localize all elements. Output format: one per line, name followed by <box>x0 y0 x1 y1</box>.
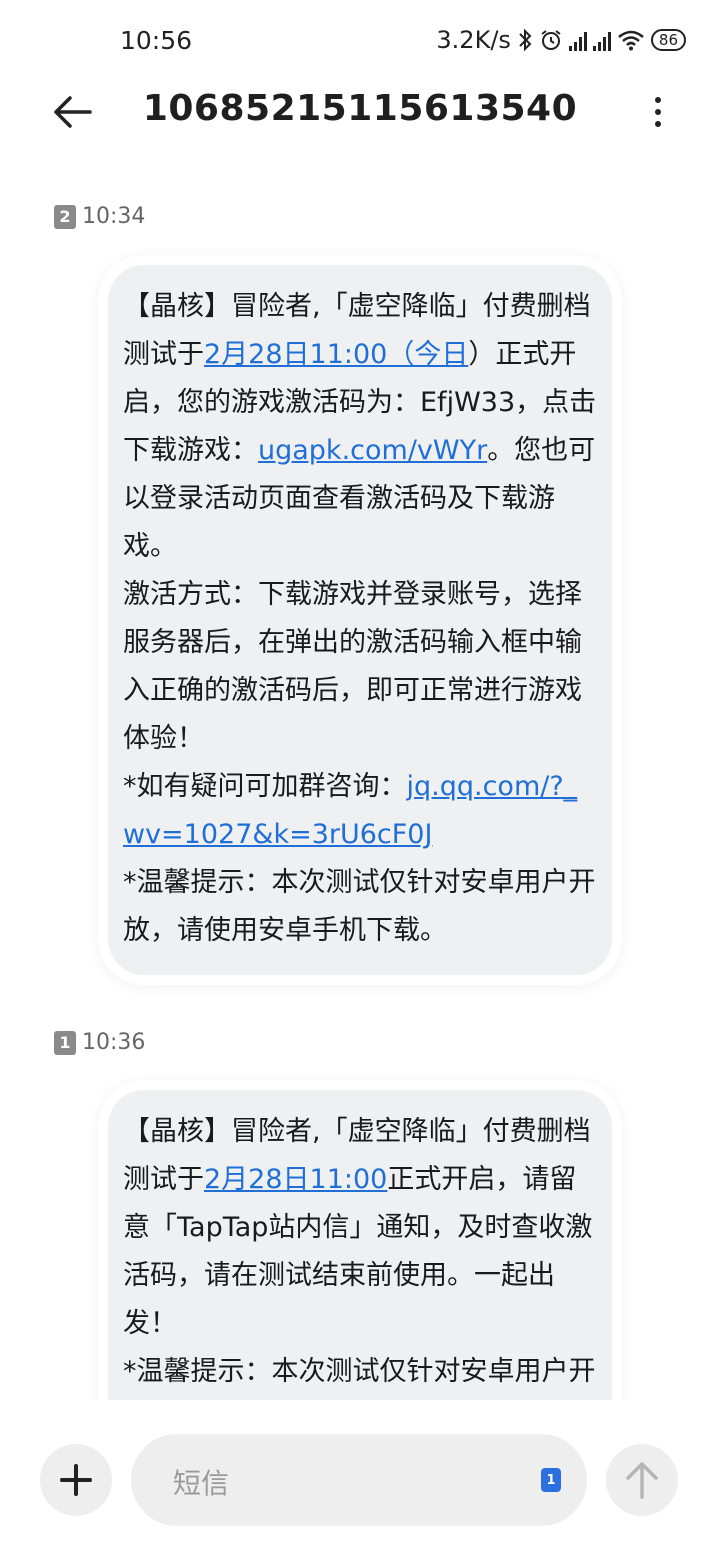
wifi-icon <box>618 30 644 51</box>
message-paragraph: *如有疑问可加群咨询：jq.qq.com/?_wv=1027&k=3rU6cF0… <box>123 763 598 859</box>
bluetooth-icon <box>519 28 532 52</box>
message-text: *温馨提示：本次测试仅针对安卓用户开放，请使用安卓手机下载。 <box>123 1356 596 1387</box>
alarm-icon <box>541 30 561 50</box>
message-timestamp: 1 10:36 <box>54 1030 145 1055</box>
message-timestamp: 2 10:34 <box>54 204 145 229</box>
message-time: 10:34 <box>82 204 146 229</box>
conversation-title: 1068521511561354​0 <box>142 88 578 129</box>
message-text: 激活方式：下载游戏并登录账号，选择服务器后，在弹出的激活码输入框中输入正确的激活… <box>123 579 582 754</box>
message-paragraph: 激活方式：下载游戏并登录账号，选择服务器后，在弹出的激活码输入框中输入正确的激活… <box>123 571 598 763</box>
more-dot-icon <box>655 121 661 127</box>
send-button[interactable] <box>606 1444 678 1516</box>
message-thread[interactable]: 2 10:34 【晶核】冒险者,「虚空降临」付费删档测试于2月28日11:00（… <box>0 150 720 1400</box>
sim-badge: 2 <box>54 204 76 229</box>
status-icons: 3.2K/s 86 <box>436 26 686 54</box>
message-text: *温馨提示：本次测试仅针对安卓用户开放，请使用安卓手机下载。 <box>123 867 596 946</box>
signal-icon <box>568 29 587 51</box>
message-paragraph: *温馨提示：本次测试仅针对安卓用户开放，请使用安卓手机下载。 <box>123 1348 598 1400</box>
message-link[interactable]: 2月28日11:00（今日 <box>204 339 468 370</box>
add-attachment-button[interactable] <box>40 1444 112 1516</box>
status-bar: 10:56 3.2K/s 86 <box>0 0 720 84</box>
sim-select-button[interactable]: 1 <box>541 1468 561 1492</box>
message-paragraph: 【晶核】冒险者,「虚空降临」付费删档测试于2月28日11:00（今日）正式开启，… <box>123 283 598 571</box>
sim-badge: 1 <box>54 1030 76 1055</box>
message-bubble[interactable]: 【晶核】冒险者,「虚空降临」付费删档测试于2月28日11:00正式开启，请留意「… <box>108 1090 612 1400</box>
composer-bar: 短信 1 <box>0 1420 720 1560</box>
app-bar: 1068521511561354​0 <box>0 84 720 140</box>
sms-input-placeholder: 短信 <box>173 1467 230 1500</box>
sms-input[interactable]: 短信 1 <box>131 1434 587 1526</box>
more-options-button[interactable] <box>648 92 668 132</box>
net-speed: 3.2K/s <box>436 26 511 54</box>
message-link[interactable]: 2月28日11:00 <box>204 1164 387 1195</box>
message-time: 10:36 <box>82 1030 146 1055</box>
more-dot-icon <box>655 97 661 103</box>
status-time: 10:56 <box>120 26 193 55</box>
plus-icon <box>60 1464 92 1496</box>
more-dot-icon <box>655 109 661 115</box>
message-link[interactable]: ugapk.com/vWYr <box>258 435 487 466</box>
message-paragraph: *温馨提示：本次测试仅针对安卓用户开放，请使用安卓手机下载。 <box>123 859 598 955</box>
arrow-up-icon <box>626 1462 658 1499</box>
message-text: *如有疑问可加群咨询： <box>123 771 407 802</box>
message-bubble[interactable]: 【晶核】冒险者,「虚空降临」付费删档测试于2月28日11:00（今日）正式开启，… <box>108 265 612 975</box>
battery-icon: 86 <box>650 29 686 51</box>
signal-icon <box>592 29 611 51</box>
message-paragraph: 【晶核】冒险者,「虚空降临」付费删档测试于2月28日11:00正式开启，请留意「… <box>123 1108 598 1348</box>
